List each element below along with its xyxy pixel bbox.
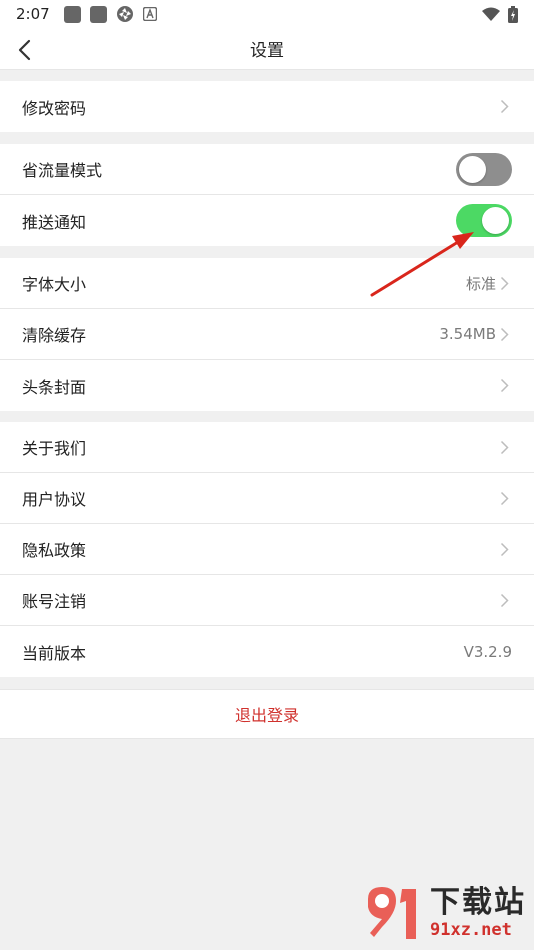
watermark-title: 下载站 <box>430 885 526 920</box>
chevron-right-icon <box>500 541 512 557</box>
section-toggles: 省流量模式 推送通知 <box>0 144 534 246</box>
watermark-url: 91xz.net <box>430 920 512 940</box>
logout-label: 退出登录 <box>234 706 299 725</box>
watermark: 下载站 91xz.net <box>362 876 534 950</box>
settings-row-clear-cache[interactable]: 清除缓存 3.54MB <box>0 309 534 360</box>
chevron-right-icon <box>500 592 512 608</box>
notification-app-icon <box>63 5 81 23</box>
settings-row-data-saver: 省流量模式 <box>0 144 534 195</box>
settings-row-about-us[interactable]: 关于我们 <box>0 422 534 473</box>
chevron-left-icon <box>18 39 31 61</box>
settings-row-headline-cover[interactable]: 头条封面 <box>0 360 534 411</box>
status-time: 2:07 <box>16 5 50 23</box>
wifi-icon <box>482 7 500 21</box>
toggle-knob <box>459 155 486 183</box>
chevron-right-icon <box>500 378 512 394</box>
chevron-right-icon <box>500 490 512 506</box>
settings-row-user-agreement[interactable]: 用户协议 <box>0 473 534 524</box>
page-title: 设置 <box>250 41 284 61</box>
watermark-logo-icon <box>368 887 416 939</box>
row-label: 隐私政策 <box>22 541 87 560</box>
push-notification-toggle[interactable] <box>456 204 512 237</box>
notification-app-icon <box>89 5 107 23</box>
row-value: 标准 <box>465 274 496 293</box>
system-icons <box>482 5 518 23</box>
chevron-right-icon <box>500 439 512 455</box>
row-label: 头条封面 <box>22 377 87 397</box>
battery-icon <box>508 5 518 23</box>
settings-page: 2:07 设置 修改密码 省流量模式 推送通知 字体大小 标准 清除缓存 3.5… <box>0 0 534 950</box>
row-label: 修改密码 <box>22 98 87 118</box>
row-label: 清除缓存 <box>22 326 87 345</box>
row-label: 省流量模式 <box>22 161 103 180</box>
aperture-icon <box>116 6 133 22</box>
row-label: 字体大小 <box>22 275 87 294</box>
back-button[interactable] <box>10 36 38 64</box>
section-account: 修改密码 <box>0 81 534 132</box>
section-about: 关于我们 用户协议 隐私政策 账号注销 当前版本 V3.2.9 <box>0 422 534 677</box>
chevron-right-icon <box>500 99 512 115</box>
logout-button[interactable]: 退出登录 <box>0 689 534 739</box>
settings-row-privacy-policy[interactable]: 隐私政策 <box>0 524 534 575</box>
settings-row-push-notifications: 推送通知 <box>0 195 534 246</box>
status-bar: 2:07 <box>0 0 534 28</box>
toggle-knob <box>482 207 509 234</box>
settings-row-font-size[interactable]: 字体大小 标准 <box>0 258 534 309</box>
row-value: 3.54MB <box>439 325 496 343</box>
data-saver-toggle[interactable] <box>456 152 512 186</box>
row-label: 账号注销 <box>22 592 87 611</box>
row-label: 关于我们 <box>22 439 87 458</box>
row-label: 推送通知 <box>22 212 87 232</box>
settings-row-delete-account[interactable]: 账号注销 <box>0 575 534 626</box>
row-label: 当前版本 <box>22 643 87 663</box>
notification-icons <box>63 5 157 23</box>
row-label: 用户协议 <box>22 490 87 509</box>
version-value: V3.2.9 <box>463 642 512 661</box>
app-header: 设置 <box>0 28 534 70</box>
font-a-icon <box>142 7 157 21</box>
settings-row-change-password[interactable]: 修改密码 <box>0 81 534 132</box>
settings-row-current-version: 当前版本 V3.2.9 <box>0 626 534 677</box>
chevron-right-icon <box>500 275 512 291</box>
chevron-right-icon <box>500 326 512 342</box>
section-display: 字体大小 标准 清除缓存 3.54MB 头条封面 <box>0 258 534 411</box>
